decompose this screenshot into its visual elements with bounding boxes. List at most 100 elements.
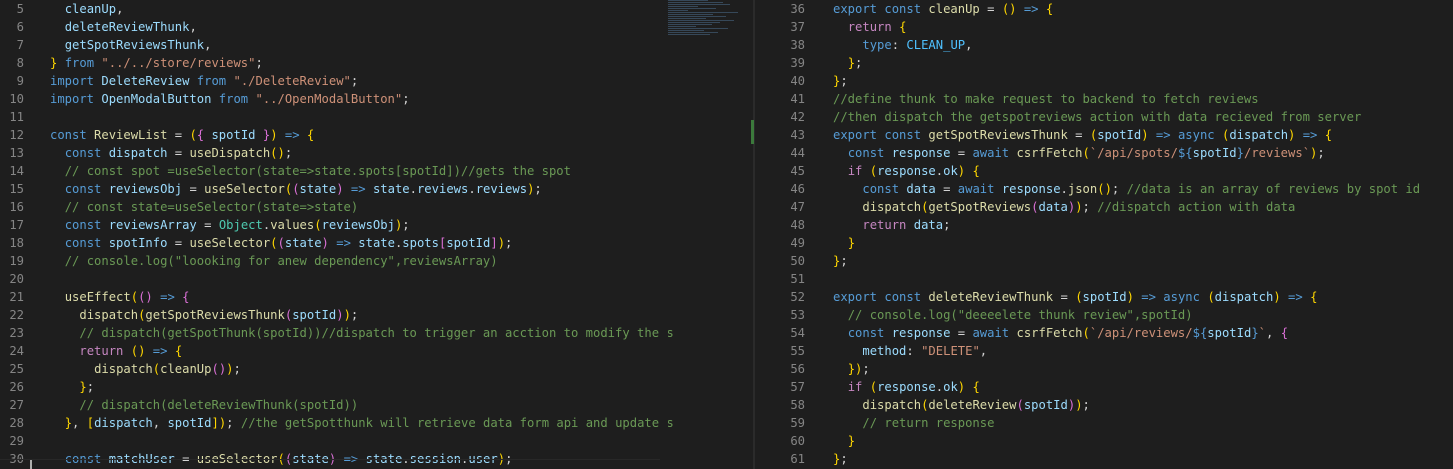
line-number: 25 — [9, 362, 24, 376]
line-code[interactable]: dispatch(deleteReview(spotId)); — [833, 396, 1090, 414]
line-code[interactable]: const ReviewList = ({ spotId }) => { — [50, 126, 314, 144]
line-code[interactable]: const dispatch = useDispatch(); — [50, 144, 293, 162]
line-code[interactable]: cleanUp, — [50, 0, 124, 18]
line-code[interactable]: }; — [833, 252, 848, 270]
line-number: 28 — [9, 416, 24, 430]
line-number: 38 — [790, 38, 805, 52]
line-number: 55 — [790, 344, 805, 358]
minimap-line — [668, 2, 723, 3]
line-code[interactable]: const spotInfo = useSelector((state) => … — [50, 234, 513, 252]
minimap-line — [668, 24, 712, 25]
minimap-line — [668, 26, 696, 27]
line-code[interactable]: const response = await csrfFetch(`/api/r… — [833, 324, 1288, 342]
line-code[interactable]: }; — [833, 54, 863, 72]
minimap-line — [668, 28, 728, 29]
line-code[interactable]: method: "DELETE", — [833, 342, 987, 360]
line-number: 36 — [790, 2, 805, 16]
line-code[interactable]: // console.log("deeeelete thunk review",… — [833, 306, 1193, 324]
line-number: 27 — [9, 398, 24, 412]
left-editor-pane[interactable]: 5 cleanUp, 6 deleteReviewThunk, 7 getSpotR… — [0, 0, 753, 469]
line-code[interactable]: export const getSpotReviewsThunk = (spot… — [833, 126, 1332, 144]
line-number: 17 — [9, 218, 24, 232]
minimap-line — [668, 22, 720, 23]
line-number: 5 — [16, 2, 24, 16]
line-code[interactable]: }; — [833, 72, 848, 90]
line-code[interactable]: return data; — [833, 216, 950, 234]
line-code[interactable]: } — [833, 432, 855, 450]
line-code[interactable]: const reviewsArray = Object.values(revie… — [50, 216, 410, 234]
minimap-line — [668, 10, 688, 11]
line-code[interactable]: const data = await response.json(); //da… — [833, 180, 1420, 198]
line-code[interactable]: if (response.ok) { — [833, 162, 980, 180]
line-code[interactable]: getSpotReviewsThunk, — [50, 36, 212, 54]
line-number: 42 — [790, 110, 805, 124]
line-number: 10 — [9, 92, 24, 106]
line-code[interactable]: deleteReviewThunk, — [50, 18, 197, 36]
line-code[interactable]: // console.log("loooking for anew depend… — [50, 252, 498, 270]
line-code[interactable]: export const cleanUp = () => { — [833, 0, 1053, 18]
line-code[interactable]: }; — [50, 378, 94, 396]
right-editor-pane[interactable]: 36 export const cleanUp = () => {37 retur… — [755, 0, 1453, 469]
left-vertical-scrollbar[interactable] — [660, 0, 668, 469]
scroll-position-indicator[interactable] — [751, 120, 754, 144]
line-code[interactable]: // dispatch(getSpotThunk(spotId))//dispa… — [50, 324, 673, 342]
line-number: 16 — [9, 200, 24, 214]
line-number: 47 — [790, 200, 805, 214]
line-code[interactable]: }; — [833, 450, 848, 468]
line-code[interactable]: type: CLEAN_UP, — [833, 36, 972, 54]
line-number: 7 — [16, 38, 24, 52]
line-number: 40 — [790, 74, 805, 88]
line-number: 48 — [790, 218, 805, 232]
minimap-line — [668, 20, 734, 21]
line-code[interactable]: dispatch(cleanUp()); — [50, 360, 241, 378]
line-code[interactable]: const response = await csrfFetch(`/api/s… — [833, 144, 1325, 162]
line-code[interactable]: dispatch(getSpotReviewsThunk(spotId)); — [50, 306, 358, 324]
line-number: 46 — [790, 182, 805, 196]
line-number: 53 — [790, 308, 805, 322]
line-number: 12 — [9, 128, 24, 142]
line-code[interactable]: useEffect(() => { — [50, 288, 190, 306]
minimap-line — [668, 16, 726, 17]
line-code[interactable]: //then dispatch the getspotreviews actio… — [833, 108, 1361, 126]
line-code[interactable]: }, [dispatch, spotId]); //the getSpotthu… — [50, 414, 674, 432]
line-number: 54 — [790, 326, 805, 340]
line-code[interactable]: // const state=useSelector(state=>state) — [50, 198, 359, 216]
line-number: 56 — [790, 362, 805, 376]
line-code[interactable]: // const spot =useSelector(state=>state.… — [50, 162, 571, 180]
line-code[interactable]: return { — [833, 18, 907, 36]
minimap-line — [668, 6, 698, 7]
line-number: 23 — [9, 326, 24, 340]
line-code[interactable]: } from "../../store/reviews"; — [50, 54, 263, 72]
line-number: 26 — [9, 380, 24, 394]
minimap-line — [668, 14, 713, 15]
line-number: 45 — [790, 164, 805, 178]
minimap-line — [668, 34, 710, 35]
line-code[interactable]: const reviewsObj = useSelector((state) =… — [50, 180, 542, 198]
line-number: 49 — [790, 236, 805, 250]
line-code[interactable]: export const deleteReviewThunk = (spotId… — [833, 288, 1317, 306]
line-number: 8 — [16, 56, 24, 70]
line-number: 57 — [790, 380, 805, 394]
line-code[interactable]: import OpenModalButton from "../OpenModa… — [50, 90, 410, 108]
line-code[interactable]: dispatch(getSpotReviews(data)); //dispat… — [833, 198, 1295, 216]
minimap-line — [668, 4, 730, 5]
line-code[interactable]: } — [833, 234, 855, 252]
line-code[interactable]: if (response.ok) { — [833, 378, 980, 396]
minimap-line — [668, 30, 704, 31]
line-code[interactable]: // dispatch(deleteReviewThunk(spotId)) — [50, 396, 358, 414]
line-number: 21 — [9, 290, 24, 304]
line-number: 14 — [9, 164, 24, 178]
line-number: 52 — [790, 290, 805, 304]
line-code[interactable]: import DeleteReview from "./DeleteReview… — [50, 72, 358, 90]
current-line-highlight — [0, 459, 660, 469]
line-number: 43 — [790, 128, 805, 142]
line-number: 11 — [9, 110, 24, 124]
line-code[interactable]: // return response — [833, 414, 994, 432]
minimap[interactable] — [668, 0, 748, 60]
line-code[interactable]: //define thunk to make request to backen… — [833, 90, 1259, 108]
line-number: 60 — [790, 434, 805, 448]
line-code[interactable]: return () => { — [50, 342, 182, 360]
line-number: 51 — [790, 272, 805, 286]
minimap-line — [668, 18, 706, 19]
line-code[interactable]: }); — [833, 360, 870, 378]
